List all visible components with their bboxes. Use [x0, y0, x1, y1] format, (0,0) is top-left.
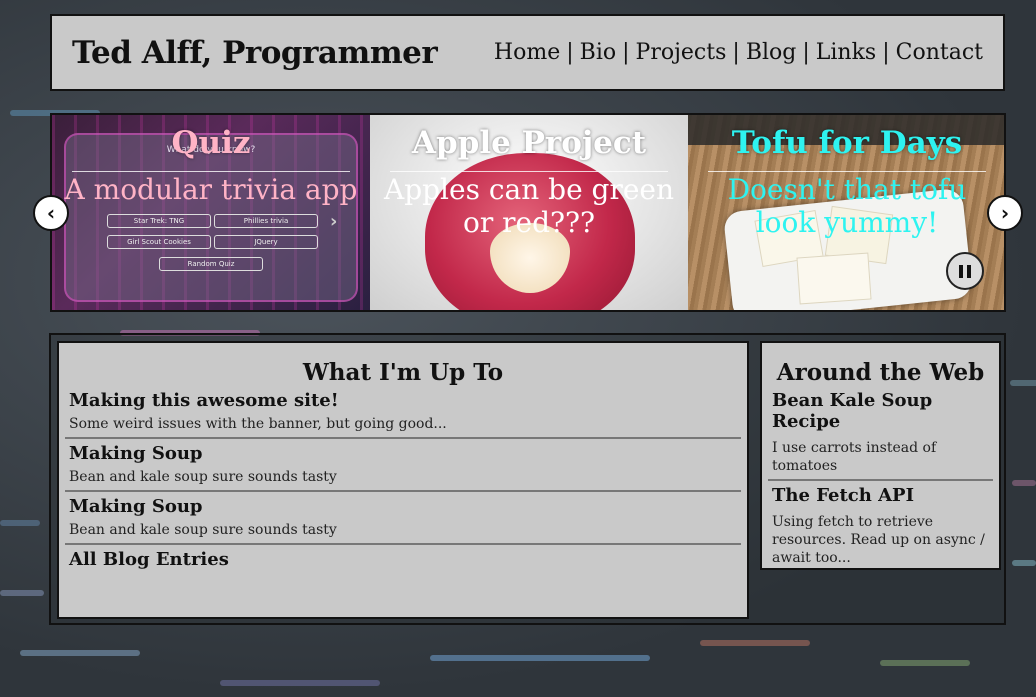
- list-item[interactable]: Making Soup Bean and kale soup sure soun…: [65, 492, 741, 545]
- nav-bio[interactable]: Bio: [580, 40, 616, 65]
- carousel-slide-apple[interactable]: Apple Project Apples can be green or red…: [370, 115, 688, 310]
- slide-title: Tofu for Days: [731, 125, 963, 161]
- carousel-pause-button[interactable]: [946, 252, 984, 290]
- pause-icon: [959, 264, 963, 278]
- list-item[interactable]: Bean Kale Soup Recipe I use carrots inst…: [768, 386, 993, 481]
- project-carousel: What do you know? Star Trek: TNG Phillie…: [50, 113, 1006, 312]
- site-header: Ted Alff, Programmer Home | Bio | Projects | B…: [50, 14, 1005, 91]
- nav-home[interactable]: Home: [494, 40, 560, 65]
- list-item[interactable]: Making this awesome site! Some weird iss…: [65, 386, 741, 439]
- nav-projects[interactable]: Projects: [636, 40, 727, 65]
- carousel-next-button[interactable]: ›: [987, 195, 1023, 231]
- around-web-heading: Around the Web: [776, 359, 985, 386]
- around-web-panel: Around the Web Bean Kale Soup Recipe I u…: [760, 341, 1001, 570]
- carousel-slide-quiz[interactable]: What do you know? Star Trek: TNG Phillie…: [52, 115, 370, 310]
- slide-description: Apples can be green or red???: [383, 173, 675, 239]
- updates-panel: What I'm Up To Making this awesome site!…: [57, 341, 749, 619]
- chevron-right-icon: ›: [1000, 201, 1010, 225]
- site-title: Ted Alff, Programmer: [72, 34, 438, 71]
- chevron-left-icon: ‹: [46, 201, 56, 225]
- list-item[interactable]: Making Soup Bean and kale soup sure soun…: [65, 439, 741, 492]
- nav-contact[interactable]: Contact: [896, 40, 983, 65]
- slide-description: Doesn't that tofu look yummy!: [727, 173, 967, 239]
- carousel-prev-button[interactable]: ‹: [33, 195, 69, 231]
- main-content: What I'm Up To Making this awesome site!…: [49, 333, 1006, 625]
- updates-heading: What I'm Up To: [302, 359, 504, 386]
- all-blog-entries-link[interactable]: All Blog Entries: [65, 545, 741, 574]
- slide-title: Apple Project: [411, 125, 647, 161]
- nav-links[interactable]: Links: [816, 40, 876, 65]
- list-item[interactable]: The Fetch API Using fetch to retrieve re…: [768, 481, 993, 571]
- slide-title: Quiz: [171, 125, 251, 161]
- slide-description: A modular trivia app: [64, 173, 358, 206]
- main-nav: Home | Bio | Projects | Blog | Links | Contact: [493, 40, 983, 65]
- nav-blog[interactable]: Blog: [746, 40, 797, 65]
